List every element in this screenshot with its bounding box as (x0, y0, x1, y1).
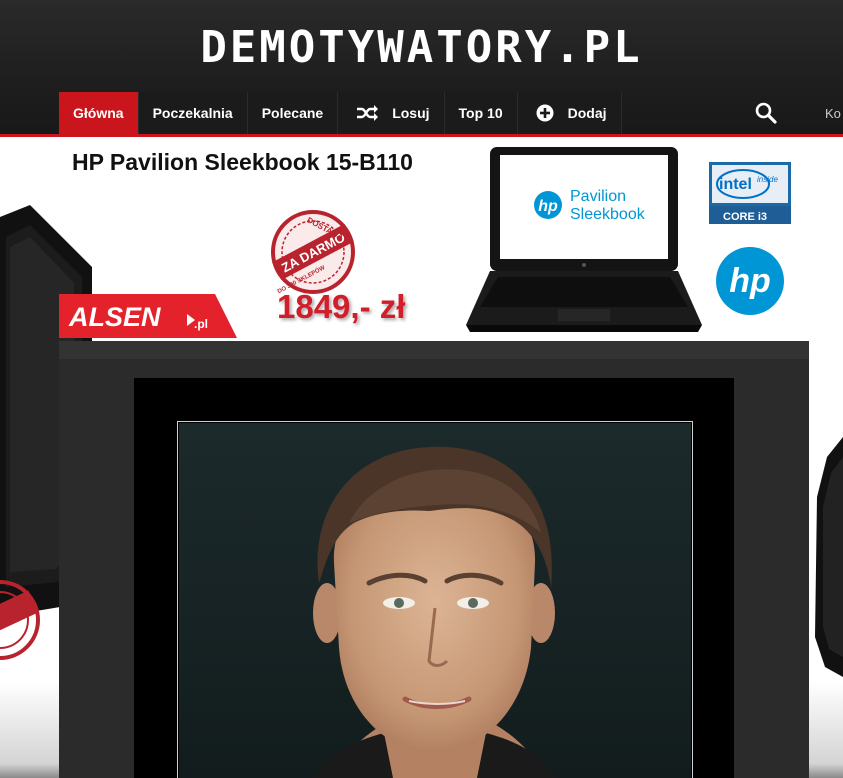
main-content (59, 341, 809, 778)
shuffle-icon (356, 105, 379, 121)
intel-badge: intel inside CORE i3 (709, 162, 791, 229)
login-link[interactable]: Ko (825, 106, 841, 121)
laptop-screen-hp: hp (538, 198, 558, 215)
nav-item-dodaj[interactable]: Dodaj (517, 92, 622, 134)
nav-item-poczekalnia[interactable]: Poczekalnia (138, 92, 248, 134)
nav-label: Poczekalnia (152, 105, 233, 121)
nav-item-top10[interactable]: Top 10 (444, 92, 518, 134)
background-laptop-right (815, 437, 843, 682)
intel-inside-text: inside (757, 175, 778, 184)
hp-logo[interactable]: hp (715, 246, 785, 321)
content-top-strip (59, 341, 809, 359)
nav-item-polecane[interactable]: Polecane (247, 92, 339, 134)
page: DEMOTYWATORY.PL Główna Poczekalnia Polec… (0, 0, 843, 778)
alsen-logo-suffix: .pl (194, 317, 208, 331)
nav-label: Dodaj (567, 105, 607, 121)
ad-title: HP Pavilion Sleekbook 15-B110 (72, 149, 413, 175)
site-logo[interactable]: DEMOTYWATORY.PL (0, 22, 843, 74)
alsen-logo-text: ALSEN (68, 302, 161, 332)
nav-item-losuj[interactable]: Losuj (338, 92, 445, 134)
nav-label: Główna (73, 105, 124, 121)
demotivator-frame[interactable] (134, 378, 734, 778)
hp-logo-text: hp (729, 262, 771, 300)
price-label: 1849,- zł (277, 288, 406, 325)
nav-item-glowna[interactable]: Główna (59, 92, 139, 134)
laptop-product-image[interactable]: hp Pavilion Sleekbook (462, 147, 706, 337)
nav-label: Losuj (392, 105, 430, 121)
site-header: DEMOTYWATORY.PL Główna Poczekalnia Polec… (0, 0, 843, 137)
search-icon[interactable] (754, 101, 778, 125)
intel-text: intel (719, 176, 752, 193)
plus-circle-icon (536, 104, 554, 122)
laptop-screen-brand: Pavilion (570, 188, 626, 205)
alsen-logo[interactable]: ALSEN .pl (59, 294, 237, 343)
demotivator-photo-border (177, 421, 693, 778)
intel-core-text: CORE i3 (723, 211, 767, 223)
nav-label: Top 10 (458, 105, 503, 121)
nav-label: Polecane (261, 105, 324, 121)
main-nav: Główna Poczekalnia Polecane Losuj Top 10… (59, 92, 622, 134)
laptop-screen-model: Sleekbook (570, 206, 646, 223)
background-stamp-left (0, 565, 45, 680)
demotivator-photo[interactable] (179, 423, 691, 778)
